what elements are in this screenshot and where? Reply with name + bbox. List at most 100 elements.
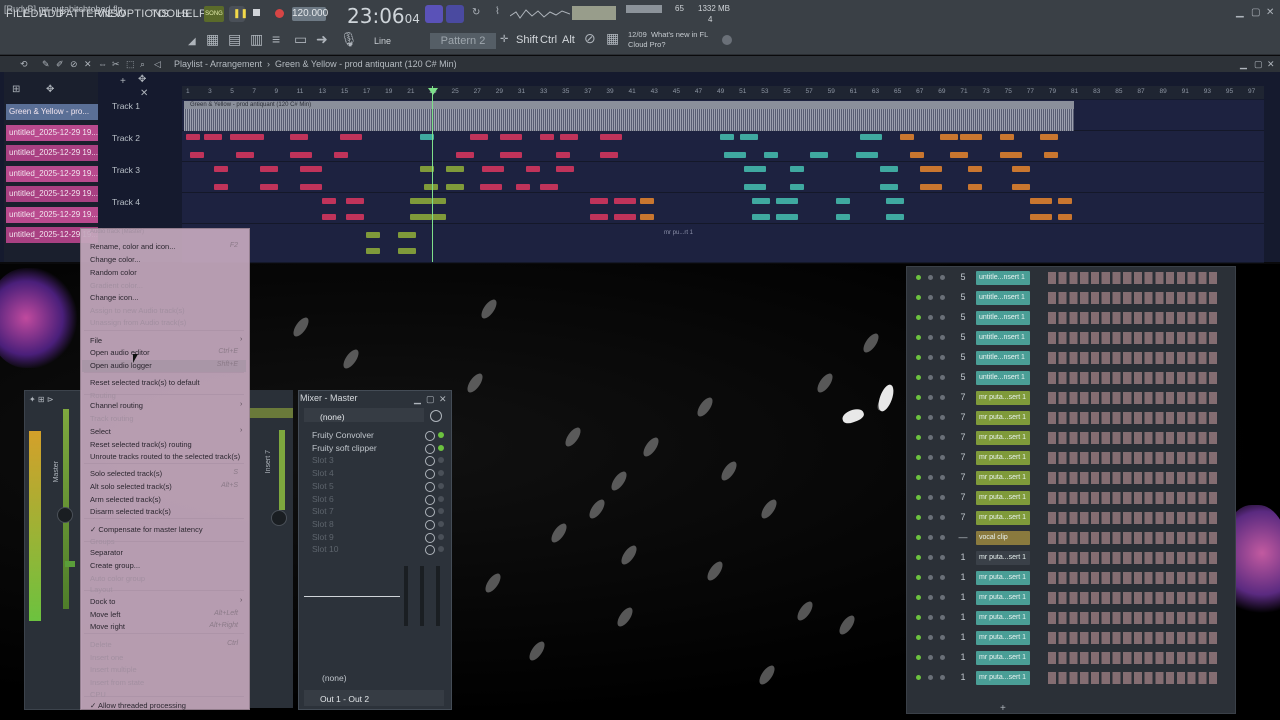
- channel-mute-led[interactable]: [928, 555, 933, 560]
- step-sequencer[interactable]: [1048, 632, 1220, 644]
- channel-mute-led[interactable]: [940, 455, 945, 460]
- pattern-clip[interactable]: [600, 152, 618, 158]
- channel-mute-led[interactable]: [928, 635, 933, 640]
- eq-curve[interactable]: [304, 596, 400, 597]
- context-menu-item[interactable]: Unroute tracks routed to the selected tr…: [90, 452, 240, 461]
- mixer-fx-slot[interactable]: Fruity soft clipper: [312, 443, 377, 453]
- context-menu-item[interactable]: Change icon...: [90, 293, 138, 302]
- context-menu-item[interactable]: Rename, color and icon...: [90, 242, 175, 251]
- channel-mixer-number[interactable]: 7: [956, 472, 970, 482]
- channel-mute-led[interactable]: [928, 455, 933, 460]
- slot-mix-led[interactable]: [438, 533, 444, 540]
- step-sequencer[interactable]: [1048, 512, 1220, 524]
- channel-name-button[interactable]: mr puta...sert 1: [976, 491, 1030, 505]
- channel-mute-led[interactable]: [940, 535, 945, 540]
- pattern-clip[interactable]: [556, 152, 570, 158]
- pattern-clip[interactable]: [1012, 166, 1030, 172]
- channel-name-button[interactable]: untitle...nsert 1: [976, 331, 1030, 345]
- pattern-clip[interactable]: [516, 184, 530, 190]
- channel-mixer-number[interactable]: 5: [956, 312, 970, 322]
- slot-mix-led[interactable]: [438, 495, 444, 502]
- pattern-clip[interactable]: [500, 134, 522, 140]
- channel-mute-led[interactable]: [916, 515, 921, 520]
- channel-mixer-number[interactable]: 1: [956, 632, 970, 642]
- mixer-clock-icon[interactable]: [430, 410, 442, 422]
- channel-row[interactable]: 5 untitle...nsert 1: [910, 309, 1228, 327]
- channel-mute-led[interactable]: [916, 335, 921, 340]
- channel-row[interactable]: 1 mr puta...sert 1: [910, 569, 1228, 587]
- pan-knob[interactable]: [57, 507, 73, 523]
- pattern-clip[interactable]: [300, 166, 322, 172]
- select-tool-icon[interactable]: ⬚: [126, 58, 135, 70]
- tempo-tap-icon[interactable]: ⊘: [584, 31, 596, 45]
- channel-mixer-number[interactable]: 7: [956, 452, 970, 462]
- mixer-fx-slot[interactable]: Slot 5: [312, 481, 334, 491]
- channel-mixer-number[interactable]: 1: [956, 572, 970, 582]
- channel-row[interactable]: 5 untitle...nsert 1: [910, 269, 1228, 287]
- channel-row[interactable]: 1 mr puta...sert 1: [910, 589, 1228, 607]
- track-label[interactable]: Track 3: [112, 165, 140, 175]
- pattern-clip[interactable]: [424, 184, 438, 190]
- pattern-clip[interactable]: [1030, 198, 1052, 204]
- channel-mute-led[interactable]: [916, 295, 921, 300]
- pattern-clip[interactable]: [204, 134, 222, 140]
- channel-row[interactable]: 7 mr puta...sert 1: [910, 489, 1228, 507]
- clip-source-item[interactable]: untitled_2025-12-29 19...: [6, 186, 98, 202]
- channel-mixer-number[interactable]: 5: [956, 292, 970, 302]
- pattern-clip[interactable]: [1000, 152, 1022, 158]
- channel-row[interactable]: 5 untitle...nsert 1: [910, 369, 1228, 387]
- mixer-fx-slot[interactable]: Slot 6: [312, 494, 334, 504]
- channel-mute-led[interactable]: [940, 635, 945, 640]
- channel-mute-led[interactable]: [940, 335, 945, 340]
- channel-name-button[interactable]: mr puta...sert 1: [976, 551, 1030, 565]
- pattern-clip[interactable]: [190, 152, 204, 158]
- channel-mute-led[interactable]: [928, 395, 933, 400]
- channel-name-button[interactable]: mr puta...sert 1: [976, 451, 1030, 465]
- pattern-clip[interactable]: [432, 214, 446, 220]
- channel-mute-led[interactable]: [928, 515, 933, 520]
- channel-mute-led[interactable]: [916, 675, 921, 680]
- context-menu-item[interactable]: Reset selected track(s) to default: [90, 378, 200, 387]
- channel-mute-led[interactable]: [916, 595, 921, 600]
- channel-name-button[interactable]: mr puta...sert 1: [976, 611, 1030, 625]
- channel-mute-led[interactable]: [916, 315, 921, 320]
- pattern-clip[interactable]: [860, 134, 882, 140]
- track-lane-5[interactable]: [182, 224, 1264, 263]
- pattern-clip[interactable]: [540, 134, 554, 140]
- pattern-clip[interactable]: [290, 152, 312, 158]
- slot-enable-toggle[interactable]: [425, 431, 435, 441]
- channel-row[interactable]: 7 mr puta...sert 1: [910, 409, 1228, 427]
- small-clip-label[interactable]: mr pu...rt 1: [664, 230, 693, 236]
- draw-tool-icon[interactable]: ✎: [42, 58, 50, 70]
- channel-mixer-number[interactable]: 1: [956, 592, 970, 602]
- channel-mute-led[interactable]: [928, 595, 933, 600]
- pattern-clip[interactable]: [456, 152, 474, 158]
- pattern-clip[interactable]: [526, 166, 540, 172]
- pattern-clip[interactable]: [346, 214, 364, 220]
- step-sequencer[interactable]: [1048, 592, 1220, 604]
- context-menu-item[interactable]: Change color...: [90, 255, 140, 264]
- step-sequencer[interactable]: [1048, 432, 1220, 444]
- channel-mute-led[interactable]: [928, 535, 933, 540]
- playlist-options-icon[interactable]: ⟲: [20, 58, 28, 70]
- channel-mute-led[interactable]: [928, 335, 933, 340]
- clip-source-item[interactable]: untitled_2025-12-29 19...: [6, 165, 98, 182]
- snap-selector[interactable]: Line: [362, 33, 414, 49]
- channel-row[interactable]: 1 mr puta...sert 1: [910, 609, 1228, 627]
- mixer-fx-slot[interactable]: Slot 8: [312, 519, 334, 529]
- song-position-marker[interactable]: [428, 88, 438, 95]
- channel-name-button[interactable]: untitle...nsert 1: [976, 311, 1030, 325]
- insert-pan-knob[interactable]: [271, 510, 287, 526]
- step-sequencer[interactable]: [1048, 452, 1220, 464]
- channel-mute-led[interactable]: [940, 615, 945, 620]
- mixer-minimize-icon[interactable]: ▁: [414, 393, 421, 405]
- context-menu-item[interactable]: File: [90, 336, 102, 345]
- pattern-clip[interactable]: [260, 184, 278, 190]
- channel-mute-led[interactable]: [928, 615, 933, 620]
- track-label[interactable]: Track 4: [112, 197, 140, 207]
- mixer-fx-slot[interactable]: Slot 9: [312, 532, 334, 542]
- channel-mute-led[interactable]: [940, 375, 945, 380]
- zoom-tool-icon[interactable]: ⌕: [140, 58, 145, 70]
- channel-row[interactable]: 1 mr puta...sert 1: [910, 669, 1228, 687]
- pattern-clip[interactable]: [836, 214, 850, 220]
